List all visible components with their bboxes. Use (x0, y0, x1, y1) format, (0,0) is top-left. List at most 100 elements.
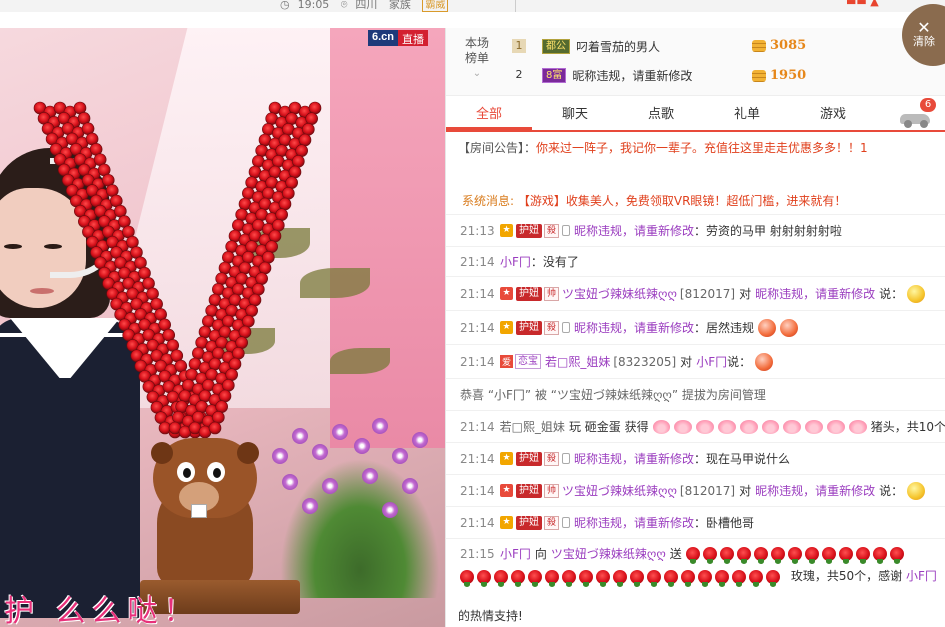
rose-icon (732, 569, 746, 587)
rose-icon (736, 546, 751, 564)
chat-username[interactable]: 小F冂 (500, 253, 531, 270)
guard-badge: 护妞 (516, 320, 542, 335)
chat-username[interactable]: 若□熙_姐妹 (500, 418, 565, 435)
thanks-username[interactable]: 小F冂 (906, 569, 937, 583)
emoji-icon (755, 352, 774, 371)
ranking-title-line1: 本场 (464, 36, 489, 50)
video-caption: 护 么么哒！ (4, 594, 200, 627)
chat-username[interactable]: 昵称违规，请重新修改 (574, 222, 694, 239)
system-text[interactable]: 【游戏】收集美人，免费领取VR眼镜！超低门槛，进来就有！ (518, 194, 847, 208)
coin-icon (752, 69, 766, 82)
chat-messages: 【房间公告】：你来过一阵子，我记你一辈子。充值往这里走走优惠多多！！1 系统消息… (446, 134, 945, 627)
pig-icon (761, 419, 780, 434)
chat-username[interactable]: 若□熙_姐妹 (545, 353, 610, 370)
ranking-board: 本场 榜单 ⌄ 1 都公 叼着雪茄的男人 3085 2 8富 昵称违规，请重新修… (446, 28, 945, 96)
pig-icon (674, 419, 693, 434)
target-username[interactable]: 昵称违规，请重新修改 (755, 482, 875, 499)
rose-icon (596, 569, 610, 587)
coin-icon (752, 39, 766, 52)
star-icon: ★ (500, 321, 513, 334)
chat-panel: 本场 榜单 ⌄ 1 都公 叼着雪茄的男人 3085 2 8富 昵称违规，请重新修… (445, 28, 945, 627)
rose-icon (770, 546, 785, 564)
chat-message: 21:14 ★ 护妞 帅 ツ宝妞づ辣妹纸辣ღღ [812017] 对 昵称违规，… (446, 474, 945, 506)
rose-icon (664, 569, 678, 587)
chat-username[interactable]: ツ宝妞づ辣妹纸辣ღღ (562, 482, 677, 499)
user-id: [812017] (679, 286, 736, 301)
message-say: 说： (879, 484, 904, 498)
message-text: ：没有了 (530, 255, 579, 269)
time-icon: ◷ (280, 0, 290, 11)
top-strip (0, 0, 945, 12)
gift-text: 玫瑰，共50个，感谢 (790, 569, 903, 583)
tab-chat[interactable]: 聊天 (532, 98, 618, 130)
pig-icon (652, 419, 671, 434)
chevron-down-icon[interactable]: ⌄ (460, 66, 494, 81)
level-badge: 殺 (544, 515, 560, 530)
message-suffix: 猪头，共10个 (870, 420, 945, 434)
message-time: 21:14 (460, 515, 495, 530)
ranking-row[interactable]: 1 都公 叼着雪茄的男人 (512, 33, 660, 59)
ranking-title-line2: 榜单 (464, 51, 489, 65)
room-notice: 【房间公告】：你来过一阵子，我记你一辈子。充值往这里走走优惠多多！！1 (458, 140, 938, 156)
emoji-icon (907, 284, 926, 303)
live-label: 直播 (398, 30, 429, 46)
video-player[interactable] (0, 28, 445, 627)
rank-number: 1 (512, 39, 526, 53)
chat-username[interactable]: 昵称违规，请重新修改 (574, 514, 694, 531)
chat-message: 21:14 爱 恋宝 若□熙_姐妹 [8323205] 对 小F冂 说： (446, 344, 945, 378)
notice-label: 【房间公告】： (458, 141, 537, 155)
message-text: ：现在马甲说什么 (694, 452, 791, 466)
guard-badge: 护妞 (516, 515, 542, 530)
target-username[interactable]: ツ宝妞づ辣妹纸辣ღღ (551, 545, 666, 562)
chat-username[interactable]: 昵称违规，请重新修改 (574, 450, 694, 467)
pig-icon (783, 419, 802, 434)
rose-icon (685, 546, 700, 564)
rose-icon (528, 569, 542, 587)
close-icon: ✕ (917, 18, 931, 37)
rose-icon (647, 569, 661, 587)
chat-message: 21:14 ★ 护妞 殺 昵称违规，请重新修改 ：居然违规 (446, 310, 945, 344)
chat-username[interactable]: 小F冂 (500, 545, 531, 562)
fan-badge: 恋宝 (515, 354, 542, 369)
ranking-user[interactable]: 叼着雪茄的男人 (576, 38, 660, 55)
ranking-score: 1950 (752, 68, 806, 83)
rose-gift-icons: 玫瑰，共50个，感谢 小F冂 (460, 566, 940, 587)
rose-icon (562, 569, 576, 587)
message-time: 21:14 (460, 419, 495, 434)
rose-icon (838, 546, 853, 564)
phone-icon (562, 453, 571, 464)
target-username[interactable]: 小F冂 (696, 353, 727, 370)
ranking-user[interactable]: 昵称违规，请重新修改 (572, 67, 692, 84)
chat-message: 21:14 若□熙_姐妹 玩 砸金蛋 获得 猪头，共10个 (446, 410, 945, 442)
rose-icon (855, 546, 870, 564)
score-value: 3085 (770, 38, 807, 53)
rose-icon (698, 569, 712, 587)
rose-icon (787, 546, 802, 564)
rose-icon (477, 569, 491, 587)
message-time: 21:14 (460, 451, 495, 466)
phone-icon (562, 225, 571, 236)
chat-tabs: 全部 聊天 点歌 礼单 游戏 (446, 98, 945, 132)
tab-game[interactable]: 游戏 (790, 98, 876, 130)
top-link[interactable]: ▬▬ ▲ (846, 0, 879, 8)
chat-username[interactable]: 昵称违规，请重新修改 (574, 319, 694, 336)
tab-song-request[interactable]: 点歌 (618, 98, 704, 130)
message-time: 21:14 (460, 354, 495, 369)
ranking-title[interactable]: 本场 榜单 ⌄ (460, 36, 494, 81)
tab-gift-list[interactable]: 礼单 (704, 98, 790, 130)
thanks-suffix: 的热情支持! (458, 609, 523, 623)
ranking-score: 3085 (752, 38, 806, 53)
score-value: 1950 (770, 68, 807, 83)
rose-icon (681, 569, 695, 587)
system-message: 系统消息: 【游戏】收集美人，免费领取VR眼镜！超低门槛，进来就有！ (462, 192, 846, 209)
emoji-icon (758, 318, 777, 337)
tab-all[interactable]: 全部 (446, 98, 532, 130)
ranking-row[interactable]: 2 8富 昵称违规，请重新修改 (512, 62, 692, 88)
chat-username[interactable]: ツ宝妞づ辣妹纸辣ღღ (562, 285, 677, 302)
message-to: 向 (534, 547, 547, 561)
message-time: 21:14 (460, 320, 495, 335)
target-username[interactable]: 昵称违规，请重新修改 (755, 285, 875, 302)
rose-icon (753, 546, 768, 564)
rose-icon (494, 569, 508, 587)
rose-icon (804, 546, 819, 564)
